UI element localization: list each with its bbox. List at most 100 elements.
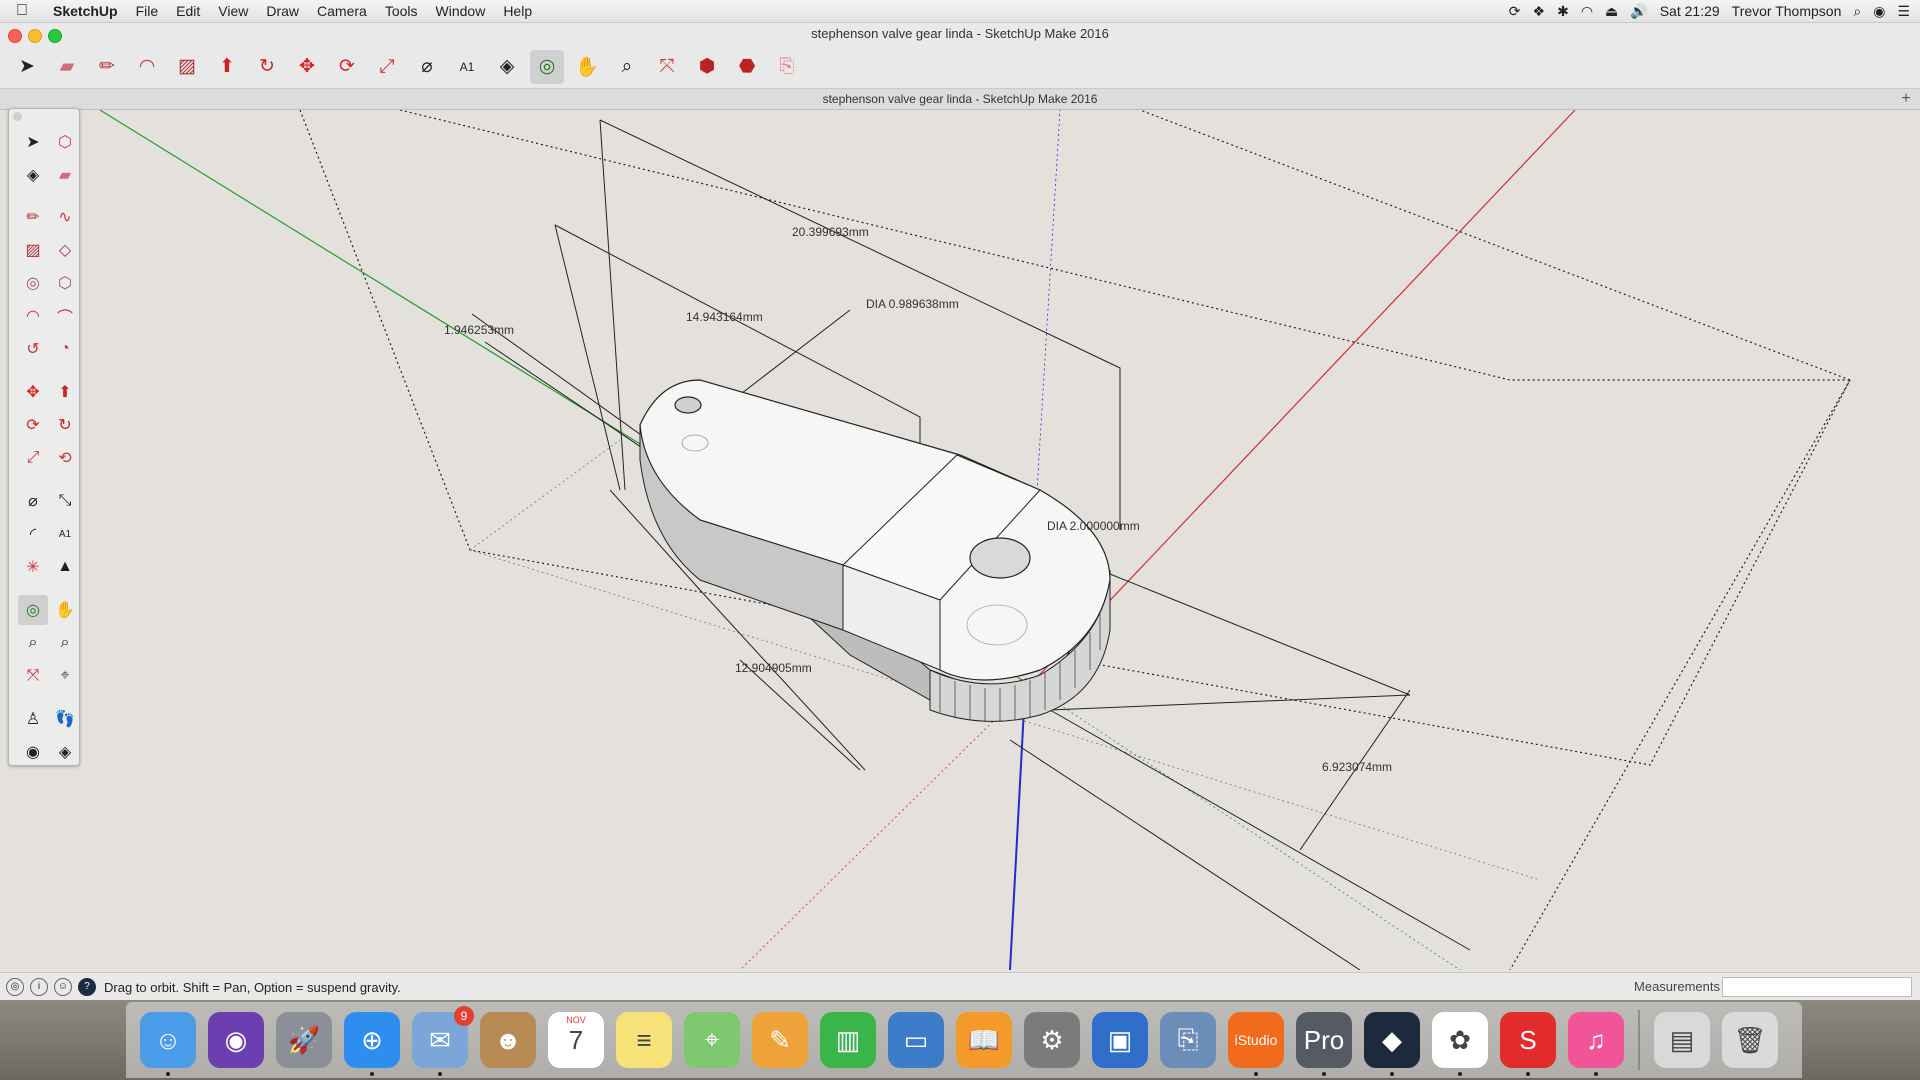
pencil-icon[interactable]: ✏ <box>90 50 124 84</box>
sketchup-icon[interactable]: S <box>1500 1012 1556 1076</box>
menu-edit[interactable]: Edit <box>167 0 209 22</box>
model-scene[interactable]: 20.399693mm DIA 0.989638mm 14.943164mm 1… <box>0 110 1920 970</box>
notification-center-icon[interactable]: ☰ <box>1897 3 1910 20</box>
tape-measure-icon[interactable]: ⌀ <box>410 50 444 84</box>
finder-icon[interactable]: ☺ <box>140 1012 196 1076</box>
contacts-icon[interactable]: ☻ <box>480 1012 536 1068</box>
two-point-arc-icon[interactable]: ⌒ <box>50 301 80 331</box>
menu-help[interactable]: Help <box>494 0 541 22</box>
dimension-label[interactable]: 20.399693mm <box>792 225 869 239</box>
menu-view[interactable]: View <box>209 0 257 22</box>
previous-icon[interactable]: ⌖ <box>50 661 80 691</box>
zoom-extents-icon[interactable]: ⤧ <box>18 661 48 691</box>
eraser-icon[interactable]: ▰ <box>50 160 80 190</box>
rotate-icon[interactable]: ⟳ <box>330 50 364 84</box>
offset-icon[interactable]: ⟲ <box>50 443 80 473</box>
dimension-label[interactable]: DIA 2.000000mm <box>1047 519 1140 533</box>
maps-icon[interactable]: ⌖ <box>684 1012 740 1068</box>
menu-window[interactable]: Window <box>427 0 495 22</box>
text-icon[interactable]: A1 <box>50 519 80 549</box>
arc-icon[interactable]: ◠ <box>130 50 164 84</box>
sync-icon[interactable]: ⟳ <box>1509 3 1521 20</box>
pie-icon[interactable]: ◔ <box>50 334 80 364</box>
arc-icon[interactable]: ◠ <box>18 301 48 331</box>
rectangle-icon[interactable]: ▨ <box>170 50 204 84</box>
extension-icon[interactable]: ⬣ <box>730 50 764 84</box>
volume-icon[interactable]: 🔊 <box>1630 3 1647 20</box>
pan-icon[interactable]: ✋ <box>50 595 80 625</box>
minimize-window-button[interactable] <box>28 29 42 43</box>
pan-icon[interactable]: ✋ <box>570 50 604 84</box>
paint-bucket-icon[interactable]: ◈ <box>490 50 524 84</box>
dimension-label[interactable]: 14.943164mm <box>686 310 763 324</box>
pages-icon[interactable]: ✎ <box>752 1012 808 1068</box>
select-icon[interactable]: ➤ <box>10 50 44 84</box>
move-icon[interactable]: ✥ <box>18 377 48 407</box>
siri-icon[interactable]: ◉ <box>208 1012 264 1068</box>
geolocation-icon[interactable]: ◎ <box>6 978 24 996</box>
push-pull-icon[interactable]: ⬆ <box>50 377 80 407</box>
walk-icon[interactable]: 👣 <box>50 704 80 734</box>
drawing-viewport[interactable]: 20.399693mm DIA 0.989638mm 14.943164mm 1… <box>0 110 1920 970</box>
zoom-icon[interactable]: ⌕ <box>610 50 644 84</box>
scale-icon[interactable]: ⤢ <box>370 50 404 84</box>
orbit-icon[interactable]: ◎ <box>530 49 564 84</box>
dimension-label[interactable]: DIA 0.989638mm <box>866 297 959 311</box>
three-point-arc-icon[interactable]: ↺ <box>18 334 48 364</box>
zoom-icon[interactable]: ⌕ <box>18 628 48 658</box>
spotlight-icon[interactable]: ⌕ <box>1853 3 1861 20</box>
zoom-window-icon[interactable]: ⌕ <box>50 628 80 658</box>
paint-icon[interactable]: ◈ <box>18 160 48 190</box>
notes-icon[interactable]: ≡ <box>616 1012 672 1068</box>
menu-draw[interactable]: Draw <box>257 0 308 22</box>
select-icon[interactable]: ➤ <box>18 127 48 157</box>
istudio-icon[interactable]: iStudio <box>1228 1012 1284 1076</box>
dimension-label[interactable]: 1.946253mm <box>444 323 514 337</box>
menu-camera[interactable]: Camera <box>308 0 376 22</box>
siri-menu-icon[interactable]: ◉ <box>1873 3 1885 20</box>
trash-icon[interactable]: 🗑 <box>1722 1012 1778 1068</box>
line-icon[interactable]: ✏ <box>18 202 48 232</box>
freehand-icon[interactable]: ∿ <box>50 202 80 232</box>
help-icon[interactable]: ? <box>78 978 96 996</box>
follow-me-icon[interactable]: ↻ <box>250 50 284 84</box>
follow-me-icon[interactable]: ↻ <box>50 410 80 440</box>
send-to-layout-icon[interactable]: ⎘ <box>770 50 804 84</box>
zoom-extents-icon[interactable]: ⤧ <box>650 50 684 84</box>
section-plane-icon[interactable]: ◈ <box>50 737 80 767</box>
orbit-icon[interactable]: ◎ <box>18 595 48 625</box>
3d-text-icon[interactable]: ▲ <box>50 552 80 582</box>
downloads-stack-icon[interactable]: ▤ <box>1654 1012 1710 1068</box>
rotated-rectangle-icon[interactable]: ◇ <box>50 235 80 265</box>
push-pull-icon[interactable]: ⬆ <box>210 50 244 84</box>
eraser-icon[interactable]: ▰ <box>50 50 84 84</box>
preview-icon[interactable]: ⎘ <box>1160 1012 1216 1068</box>
google-earth-pro-icon[interactable]: Pro <box>1296 1012 1352 1076</box>
dimension-label[interactable]: 12.904905mm <box>735 661 812 675</box>
wifi-icon[interactable]: ◠ <box>1581 3 1593 20</box>
photos-icon[interactable]: ✿ <box>1432 1012 1488 1076</box>
system-preferences-icon[interactable]: ⚙ <box>1024 1012 1080 1068</box>
clock[interactable]: Sat 21:29 <box>1660 3 1720 19</box>
crank-arm-model[interactable] <box>639 379 1111 722</box>
credits-icon[interactable]: i <box>30 978 48 996</box>
ibooks-icon[interactable]: 📖 <box>956 1012 1012 1068</box>
calendar-icon[interactable]: NOV 7 <box>548 1012 604 1068</box>
mail-bird-icon[interactable]: ✉ 9 <box>412 1006 474 1076</box>
look-around-icon[interactable]: ◉ <box>18 737 48 767</box>
rotate-icon[interactable]: ⟳ <box>18 410 48 440</box>
tape-measure-icon[interactable]: ⌀ <box>18 486 48 516</box>
position-camera-icon[interactable]: ♙ <box>18 704 48 734</box>
user-name[interactable]: Trevor Thompson <box>1732 3 1842 19</box>
dropbox-icon[interactable]: ❖ <box>1533 3 1546 20</box>
axes-icon[interactable]: ✳ <box>18 552 48 582</box>
circle-icon[interactable]: ◎ <box>18 268 48 298</box>
component-icon[interactable]: ⬡ <box>50 127 80 157</box>
polygon-icon[interactable]: ⬡ <box>50 268 80 298</box>
apple-icon[interactable]:  <box>0 2 44 20</box>
palette-close-button[interactable] <box>13 112 22 121</box>
dimension-icon[interactable]: ⤡ <box>50 486 80 516</box>
warehouse-icon[interactable]: ⬢ <box>690 50 724 84</box>
eject-icon[interactable]: ⏏ <box>1605 3 1618 20</box>
account-icon[interactable]: ☺ <box>54 978 72 996</box>
